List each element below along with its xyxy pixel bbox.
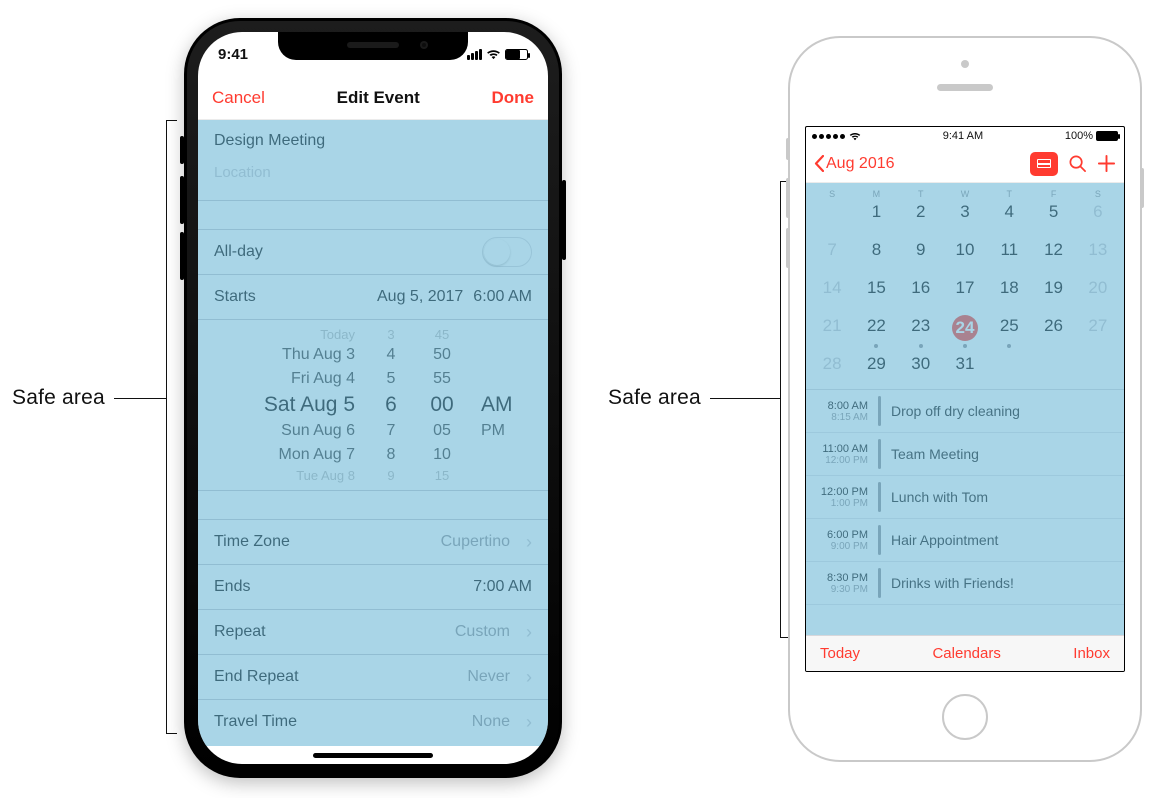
wifi-icon	[486, 49, 501, 60]
volume-down-button	[786, 228, 790, 268]
bracket-left	[166, 120, 167, 734]
edit-event-navbar: Cancel Edit Event Done	[198, 76, 548, 120]
home-button[interactable]	[942, 694, 988, 740]
cellular-icon	[812, 134, 845, 139]
nav-title: Edit Event	[337, 88, 420, 108]
front-camera	[961, 60, 969, 68]
safe-area-label-left: Safe area	[12, 386, 105, 410]
battery-icon	[505, 49, 528, 60]
iphone-8-device: 9:41 AM 100% Aug 2016 SMT	[788, 36, 1142, 762]
inbox-button[interactable]: Inbox	[1073, 645, 1110, 662]
volume-down-button	[180, 232, 184, 280]
status-time: 9:41	[218, 46, 278, 63]
bracket-right	[780, 181, 781, 638]
safe-area-overlay-left	[198, 120, 548, 746]
diagram-stage: Safe area Safe area 9:41 Cancel Edit Eve…	[0, 0, 1156, 798]
mute-switch	[786, 138, 790, 160]
side-button	[562, 180, 566, 260]
volume-up-button	[786, 178, 790, 218]
chevron-left-icon	[814, 155, 824, 172]
battery-percent: 100%	[1065, 130, 1093, 142]
iphone-8-screen: 9:41 AM 100% Aug 2016 SMT	[805, 126, 1125, 672]
earpiece	[937, 84, 993, 91]
search-icon[interactable]	[1068, 154, 1087, 173]
connector-left	[114, 398, 166, 399]
status-bar: 9:41 AM 100%	[806, 127, 1124, 145]
back-button[interactable]: Aug 2016	[814, 155, 895, 173]
done-button[interactable]: Done	[491, 88, 534, 108]
volume-up-button	[180, 176, 184, 224]
wifi-icon	[849, 132, 861, 141]
calendars-button[interactable]: Calendars	[932, 645, 1000, 662]
safe-area-overlay-right	[806, 183, 1124, 635]
status-time: 9:41 AM	[943, 130, 983, 142]
day-view-button[interactable]	[1030, 152, 1058, 176]
add-icon[interactable]	[1097, 154, 1116, 173]
calendar-navbar: Aug 2016	[806, 145, 1124, 183]
mute-switch	[180, 136, 184, 164]
cancel-button[interactable]: Cancel	[212, 88, 265, 108]
safe-area-label-right: Safe area	[608, 386, 701, 410]
side-button	[1140, 168, 1144, 208]
list-icon	[1037, 159, 1051, 168]
bottom-toolbar: Today Calendars Inbox	[806, 635, 1124, 671]
today-button[interactable]: Today	[820, 645, 860, 662]
connector-right	[710, 398, 780, 399]
battery-icon	[1096, 131, 1118, 141]
home-indicator[interactable]	[313, 753, 433, 758]
iphone-x-screen: 9:41 Cancel Edit Event Done Design Meeti…	[198, 32, 548, 764]
cellular-icon	[467, 49, 482, 60]
iphone-x-device: 9:41 Cancel Edit Event Done Design Meeti…	[184, 18, 562, 778]
status-bar: 9:41	[198, 32, 548, 76]
